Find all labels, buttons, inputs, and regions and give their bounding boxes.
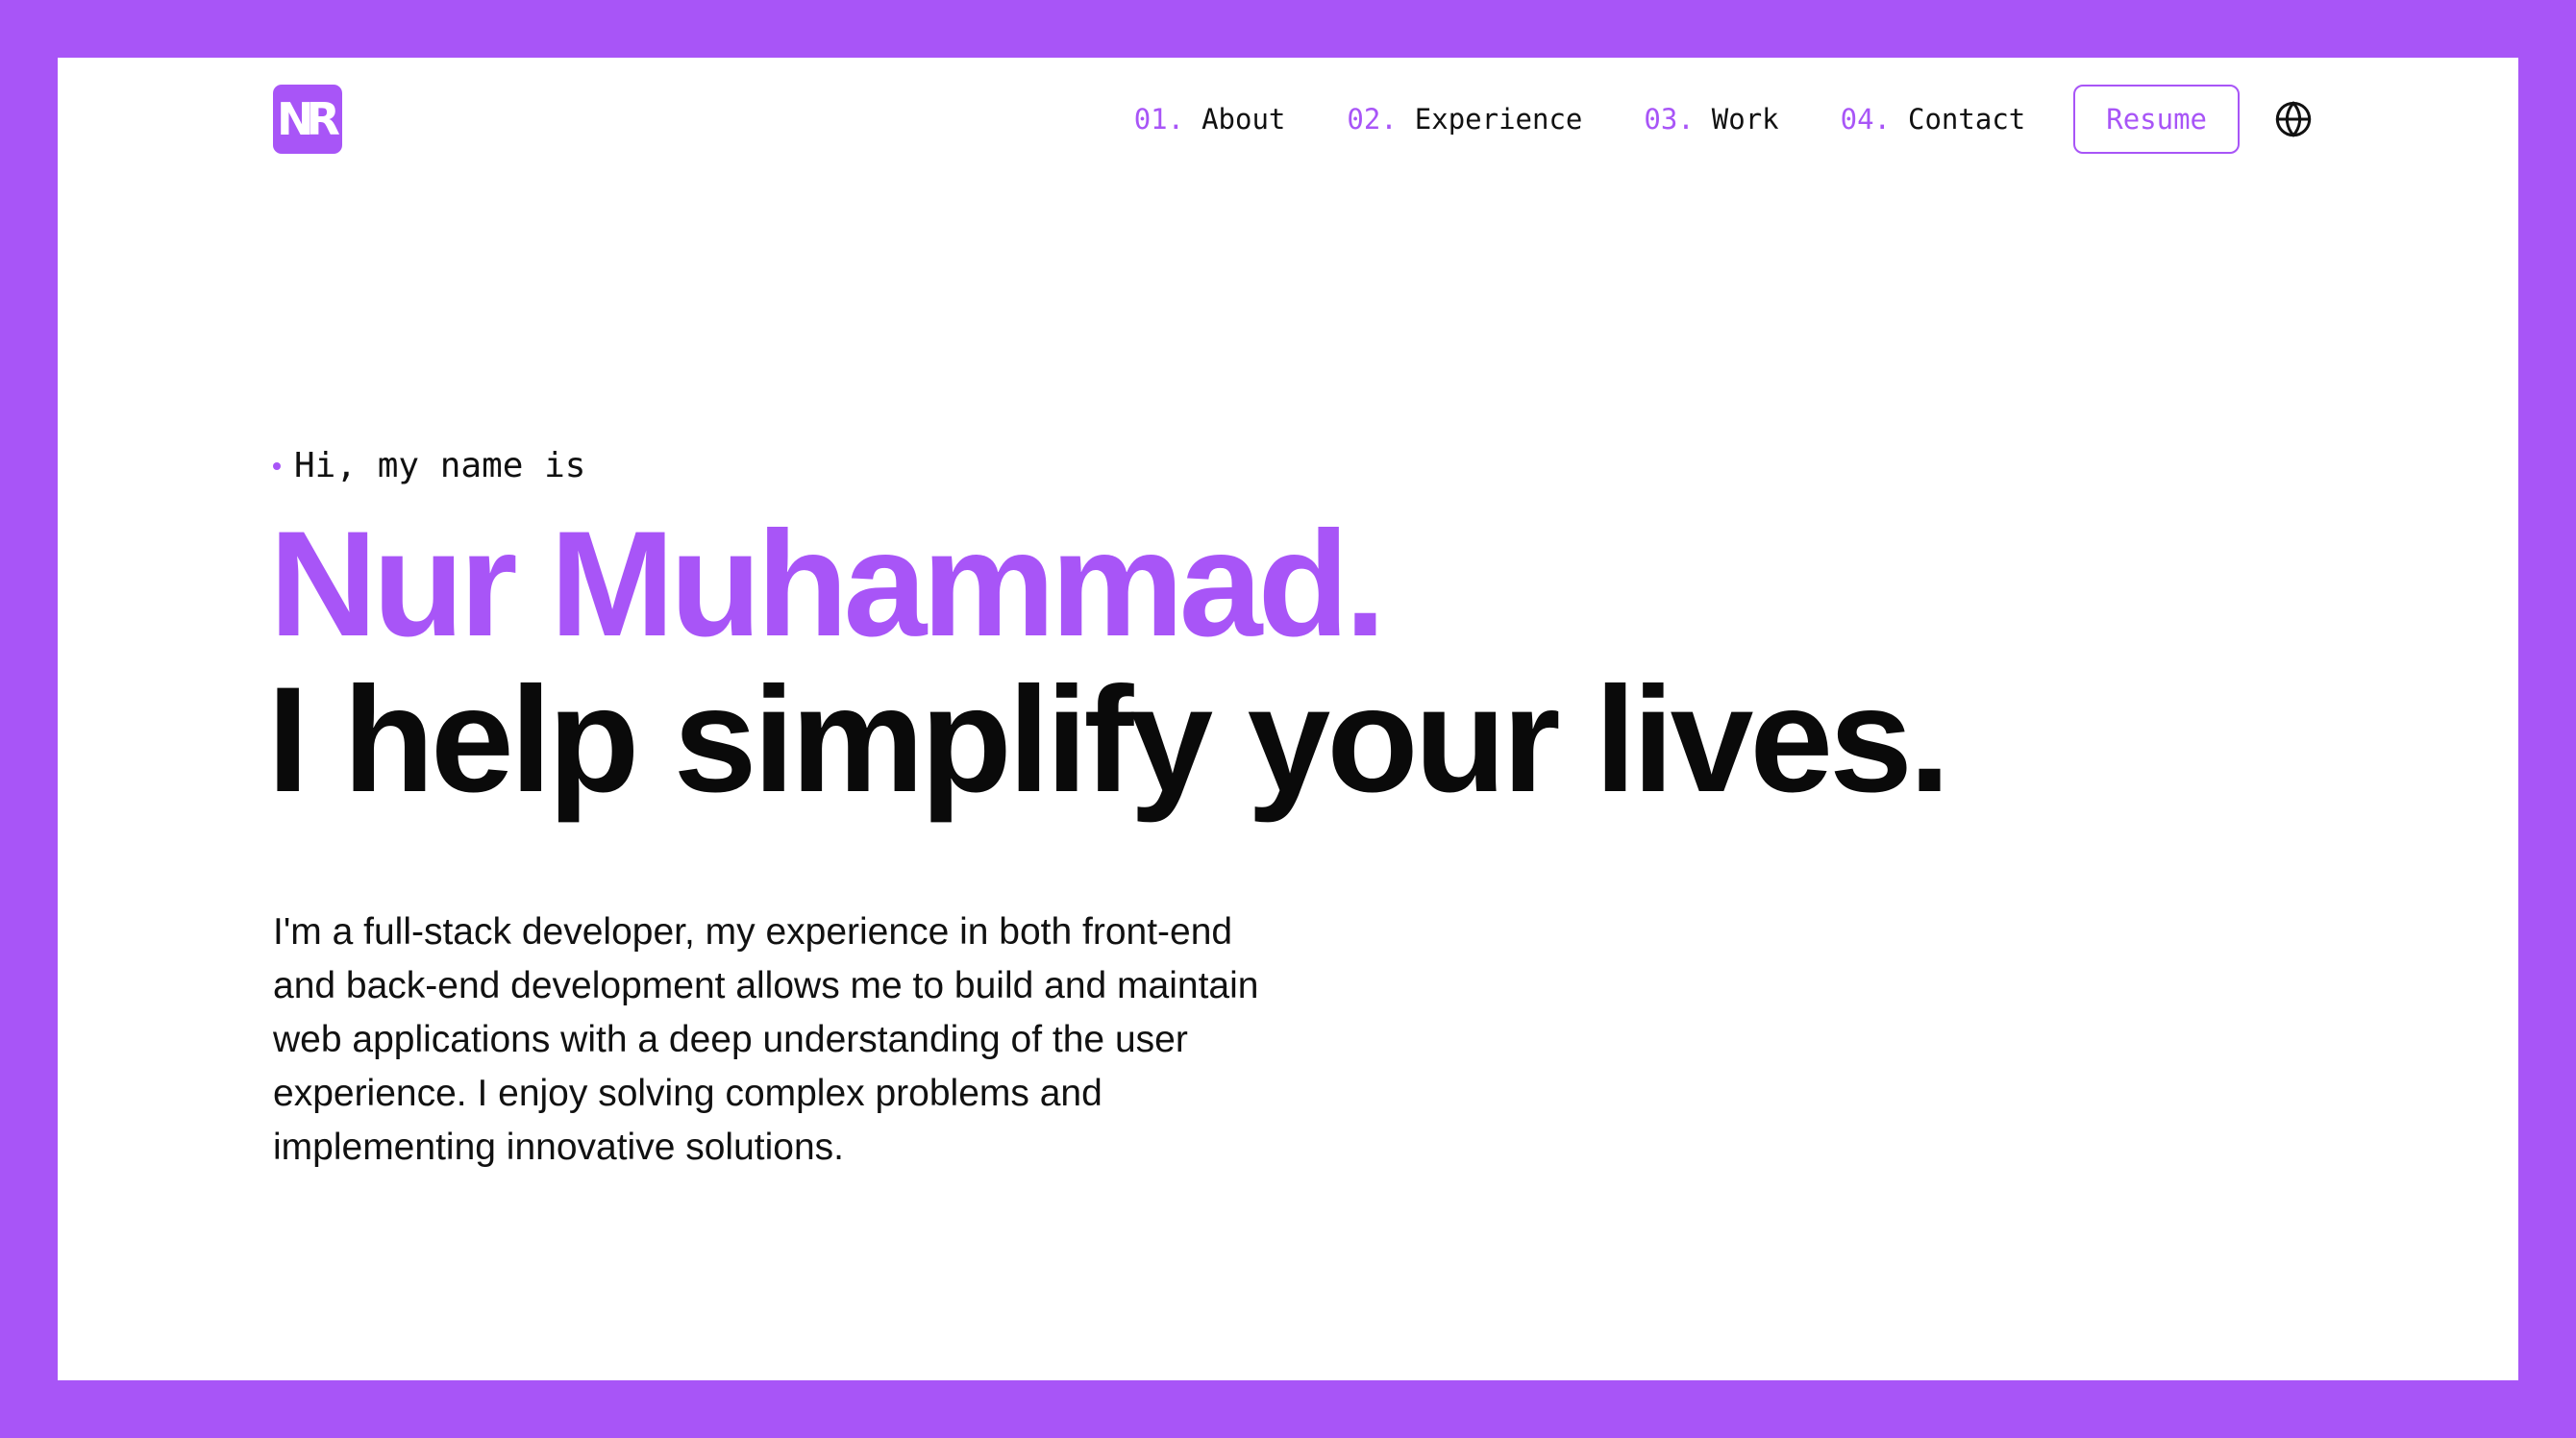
nav-link-about[interactable]: 01. About xyxy=(1134,103,1286,136)
greeting-text: Hi, my name is xyxy=(294,446,586,485)
nav-label: About xyxy=(1201,103,1286,136)
logo[interactable]: NR xyxy=(273,85,342,154)
hero-bio: I'm a full-stack developer, my experienc… xyxy=(273,911,1259,1168)
main-nav: 01. About 02. Experience 03. Work 04. Contac… xyxy=(1134,83,2313,156)
nav-label: Work xyxy=(1711,103,1779,136)
nav-label: Experience xyxy=(1414,103,1583,136)
hero-name: Nur Muhammad. xyxy=(269,501,1386,668)
nav-number: 03. xyxy=(1644,103,1695,136)
nav-number: 01. xyxy=(1133,103,1185,136)
nav-label: Contact xyxy=(1908,103,2026,136)
nav-link-contact[interactable]: 04. Contact xyxy=(1841,103,2026,136)
nav-link-work[interactable]: 03. Work xyxy=(1644,103,1778,136)
bullet-dot-icon xyxy=(273,461,281,470)
page-frame: NR 01. About 02. Experience 03. Work 04. Con… xyxy=(58,58,2518,1380)
globe-icon[interactable] xyxy=(2274,100,2313,138)
nav-number: 02. xyxy=(1347,103,1398,136)
resume-button[interactable]: Resume xyxy=(2073,85,2240,154)
hero-tagline: I help simplify your lives. xyxy=(267,657,1950,824)
greeting: Hi, my name is xyxy=(273,446,585,485)
nav-number: 04. xyxy=(1840,103,1892,136)
nav-link-experience[interactable]: 02. Experience xyxy=(1347,103,1582,136)
